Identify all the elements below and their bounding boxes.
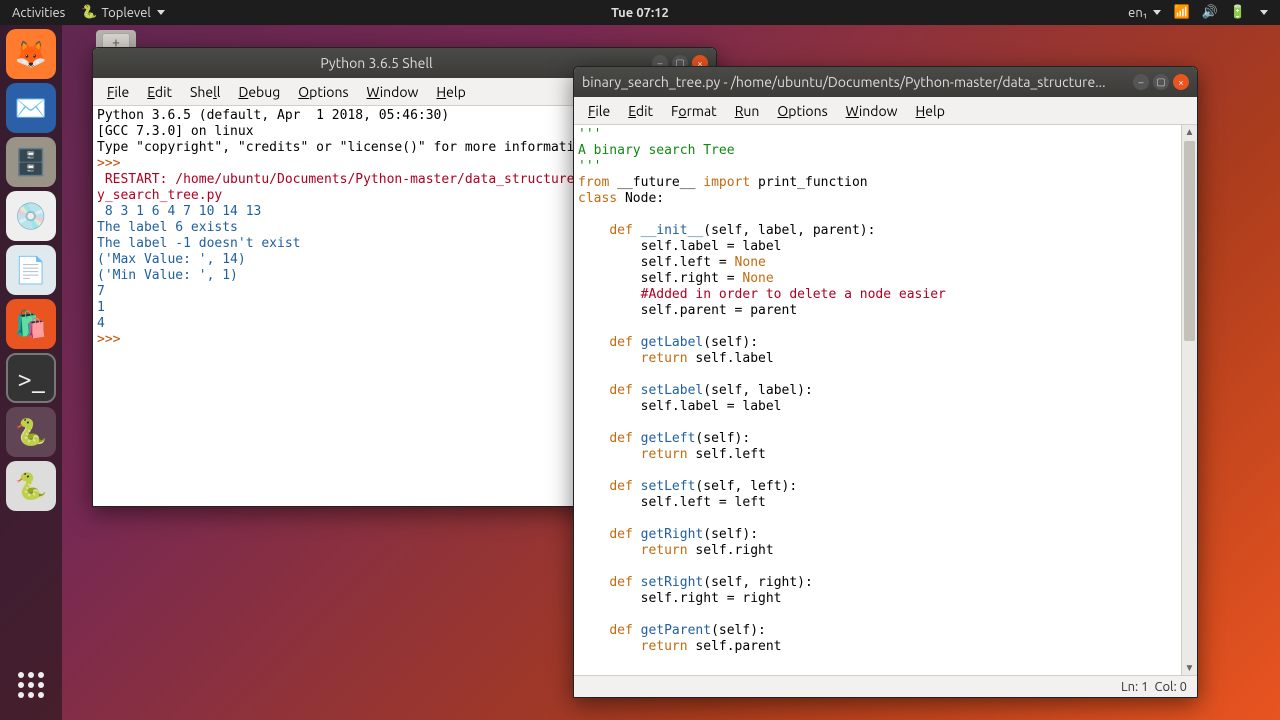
scroll-down-button[interactable]: ▼ <box>1182 661 1197 675</box>
minimize-button[interactable]: – <box>1133 74 1149 90</box>
dock-app-software[interactable]: 🛍️ <box>6 299 56 349</box>
clock[interactable]: Tue 07:12 <box>611 6 669 20</box>
dock-app-firefox[interactable]: 🦊 <box>6 29 56 79</box>
chevron-down-icon <box>157 10 165 15</box>
status-line: Ln: 1 <box>1121 680 1149 694</box>
menu-options[interactable]: Options <box>290 82 356 102</box>
scroll-up-button[interactable]: ▲ <box>1182 125 1197 139</box>
shell-title: Python 3.6.5 Shell <box>101 55 652 71</box>
dock: 🦊 ✉️ 🗄️ 💿 📄 🛍️ >_ 🐍 🐍 <box>0 25 62 720</box>
menu-debug[interactable]: Debug <box>230 82 288 102</box>
status-col: Col: 0 <box>1154 680 1187 694</box>
dock-app-idle-editor[interactable]: 🐍 <box>6 407 56 457</box>
network-icon[interactable]: 📶 <box>1173 5 1189 20</box>
menu-shell[interactable]: Shell <box>182 82 228 102</box>
menu-help[interactable]: Help <box>428 82 473 102</box>
activities-button[interactable]: Activities <box>12 5 65 20</box>
close-button[interactable]: × <box>1173 74 1189 90</box>
python-icon: 🐍 <box>81 5 97 20</box>
maximize-button[interactable]: ▢ <box>1153 74 1169 90</box>
vertical-scrollbar[interactable]: ▲ ▼ <box>1181 125 1197 675</box>
menu-window[interactable]: Window <box>838 101 906 121</box>
system-menu[interactable] <box>1258 10 1268 15</box>
input-method[interactable]: en₁ <box>1128 6 1161 20</box>
menu-options[interactable]: Options <box>769 101 835 121</box>
app-menu-label: Toplevel <box>102 6 151 20</box>
menu-window[interactable]: Window <box>359 82 427 102</box>
editor-titlebar[interactable]: binary_search_tree.py - /home/ubuntu/Doc… <box>574 67 1197 97</box>
editor-title: binary_search_tree.py - /home/ubuntu/Doc… <box>582 74 1133 90</box>
menu-edit[interactable]: Edit <box>139 82 180 102</box>
menu-help[interactable]: Help <box>908 101 953 121</box>
battery-icon[interactable]: 🔋 <box>1230 5 1246 20</box>
app-menu[interactable]: 🐍 Toplevel <box>81 5 164 20</box>
code-editor[interactable]: ''' A binary search Tree ''' from __futu… <box>574 125 1181 675</box>
volume-icon[interactable]: 🔊 <box>1202 5 1218 20</box>
dock-app-idle-shell[interactable]: 🐍 <box>6 461 56 511</box>
dock-app-terminal[interactable]: >_ <box>6 353 56 403</box>
menu-file[interactable]: File <box>99 82 137 102</box>
chevron-down-icon <box>1260 10 1268 15</box>
dock-app-thunderbird[interactable]: ✉️ <box>6 83 56 133</box>
editor-menubar: File Edit Format Run Options Window Help <box>574 97 1197 125</box>
menu-file[interactable]: File <box>580 101 618 121</box>
idle-editor-window[interactable]: binary_search_tree.py - /home/ubuntu/Doc… <box>573 66 1198 698</box>
menu-run[interactable]: Run <box>727 101 768 121</box>
menu-edit[interactable]: Edit <box>620 101 661 121</box>
dock-app-rhythmbox[interactable]: 💿 <box>6 191 56 241</box>
chevron-down-icon <box>1153 10 1161 15</box>
dock-app-files[interactable]: 🗄️ <box>6 137 56 187</box>
scrollbar-thumb[interactable] <box>1184 141 1195 341</box>
show-applications-button[interactable] <box>6 660 56 710</box>
dock-app-writer[interactable]: 📄 <box>6 245 56 295</box>
editor-statusbar: Ln: 1 Col: 0 <box>574 675 1197 697</box>
menu-format[interactable]: Format <box>663 101 725 121</box>
gnome-topbar: Activities 🐍 Toplevel Tue 07:12 en₁ 📶 🔊 … <box>0 0 1280 25</box>
